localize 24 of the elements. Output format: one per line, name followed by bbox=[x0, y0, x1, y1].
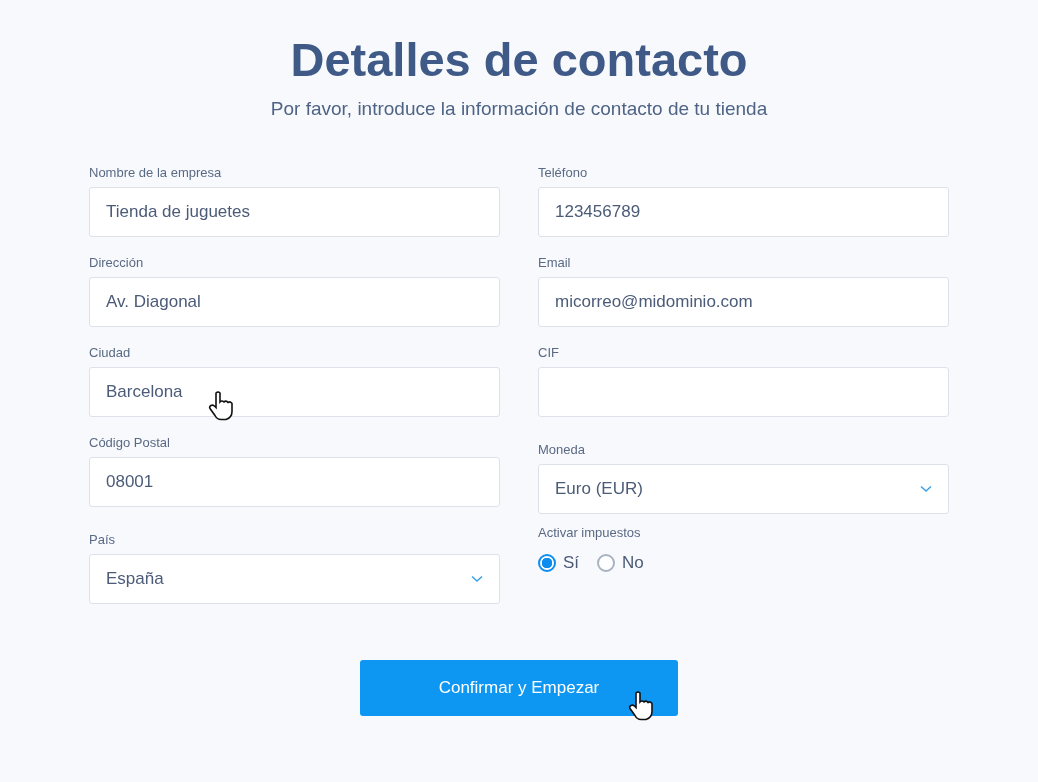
input-field[interactable] bbox=[538, 367, 949, 417]
field-label: Código Postal bbox=[89, 436, 170, 450]
select-field[interactable]: Euro (EUR) bbox=[538, 464, 949, 514]
radio-option[interactable]: Sí bbox=[538, 553, 580, 573]
chevron-down-icon bbox=[471, 575, 483, 583]
field-label: Activar impuestos bbox=[538, 526, 641, 540]
page-title: Detalles de contacto bbox=[290, 32, 748, 88]
field-label: Teléfono bbox=[538, 166, 588, 180]
chevron-down-icon bbox=[920, 485, 932, 493]
page-subtitle: Por favor, introduce la información de contacto de tu tienda bbox=[270, 98, 768, 120]
select-field[interactable]: España bbox=[89, 554, 500, 604]
input-field[interactable]: 08001 bbox=[89, 457, 500, 507]
field-label: País bbox=[89, 533, 115, 547]
field-label: CIF bbox=[538, 346, 559, 360]
field-label: Email bbox=[538, 256, 571, 270]
input-field[interactable]: Tienda de juguetes bbox=[89, 187, 500, 237]
input-field[interactable]: micorreo@midominio.com bbox=[538, 277, 949, 327]
field-label: Dirección bbox=[89, 256, 144, 270]
radio-option[interactable]: No bbox=[597, 553, 644, 573]
field-label: Ciudad bbox=[89, 346, 131, 360]
field-label: Moneda bbox=[538, 443, 585, 457]
field-label: Nombre de la empresa bbox=[89, 166, 222, 180]
input-field[interactable]: 123456789 bbox=[538, 187, 949, 237]
input-field[interactable]: Av. Diagonal bbox=[89, 277, 500, 327]
